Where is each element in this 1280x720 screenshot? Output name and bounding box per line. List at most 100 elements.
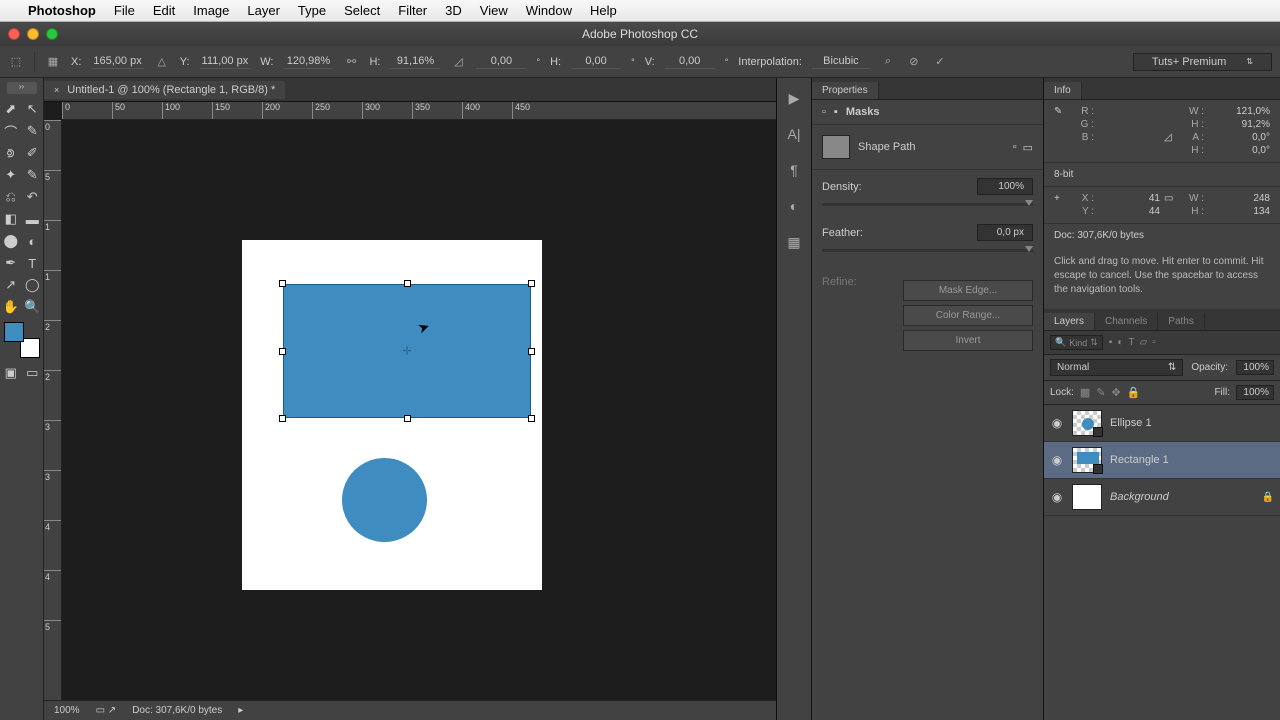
artboard[interactable]: ✛ [242, 240, 542, 590]
stamp-tool-icon[interactable]: ⎌ [0, 186, 22, 208]
quick-select-tool-icon[interactable]: ✎ [22, 120, 44, 142]
interpolation-select[interactable]: Bicubic [812, 54, 870, 69]
document-tab[interactable]: × Untitled-1 @ 100% (Rectangle 1, RGB/8)… [44, 81, 285, 99]
artboard-tool-icon[interactable]: ↖ [22, 98, 44, 120]
healing-tool-icon[interactable]: ✦ [0, 164, 22, 186]
layer-thumb[interactable] [1072, 484, 1102, 510]
reference-point-icon[interactable]: ▦ [45, 54, 61, 70]
toolbox-tab-icon[interactable]: ›› [7, 82, 37, 94]
lock-pixels-icon[interactable]: ✎ [1096, 386, 1105, 399]
layer-kind-filter[interactable]: 🔍Kind⇅ [1050, 335, 1103, 350]
filter-shape-icon[interactable]: ▱ [1139, 337, 1147, 348]
gradient-tool-icon[interactable]: ▬ [22, 208, 44, 230]
doc-info[interactable]: Doc: 307,6K/0 bytes [132, 705, 222, 716]
cancel-transform-icon[interactable]: ⊘ [906, 54, 922, 70]
dodge-tool-icon[interactable]: ◐ [22, 230, 44, 252]
move-tool-icon[interactable]: ⬈ [0, 98, 22, 120]
eraser-tool-icon[interactable]: ◧ [0, 208, 22, 230]
h-field[interactable]: 91,16% [390, 54, 440, 69]
adjustments-icon[interactable]: ◐ [784, 196, 804, 216]
foreground-color[interactable] [4, 322, 24, 342]
status-arrow-icon[interactable]: ▸ [238, 705, 243, 716]
commit-transform-icon[interactable]: ✓ [932, 54, 948, 70]
tab-layers[interactable]: Layers [1044, 313, 1095, 330]
select-mask-icon[interactable]: ▭ [1023, 141, 1033, 154]
layer-name[interactable]: Background [1110, 491, 1169, 503]
menu-select[interactable]: Select [344, 3, 380, 18]
w-field[interactable]: 120,98% [283, 54, 333, 69]
y-field[interactable]: 111,00 px [200, 54, 251, 69]
menu-file[interactable]: File [114, 3, 135, 18]
hand-tool-icon[interactable]: ✋ [0, 296, 22, 318]
zoom-tool-icon[interactable]: 🔍 [22, 296, 44, 318]
tab-paths[interactable]: Paths [1158, 313, 1205, 330]
visibility-icon[interactable]: ◉ [1050, 416, 1064, 430]
screenmode-icon[interactable]: ▭ [22, 362, 44, 384]
menu-edit[interactable]: Edit [153, 3, 175, 18]
swatches-icon[interactable]: ▦ [784, 232, 804, 252]
layer-name[interactable]: Ellipse 1 [1110, 417, 1152, 429]
invert-button[interactable]: Invert [903, 330, 1033, 351]
paragraph-icon[interactable]: ¶ [784, 160, 804, 180]
filter-adjust-icon[interactable]: ◐ [1117, 337, 1123, 348]
status-icon[interactable]: ▭ ↗ [96, 705, 117, 716]
menu-image[interactable]: Image [193, 3, 229, 18]
mask-box-icon[interactable]: ▫ [822, 106, 826, 118]
density-field[interactable]: 100% [977, 178, 1033, 195]
zoom-level[interactable]: 100% [54, 705, 80, 716]
lasso-tool-icon[interactable]: ⌒ [0, 120, 22, 142]
layer-thumb[interactable] [1072, 410, 1102, 436]
history-brush-tool-icon[interactable]: ↶ [22, 186, 44, 208]
angle-field[interactable]: 0,00 [476, 54, 526, 69]
skew-h-field[interactable]: 0,00 [571, 54, 621, 69]
filter-type-icon[interactable]: T [1128, 337, 1134, 348]
feather-slider[interactable] [822, 249, 1033, 252]
ruler-vertical[interactable]: 0 5 1 1 2 2 3 3 4 4 5 [44, 120, 62, 700]
warp-icon[interactable]: ⌕ [880, 54, 896, 70]
menu-type[interactable]: Type [298, 3, 326, 18]
filter-pixel-icon[interactable]: ▪ [1109, 337, 1113, 348]
blur-tool-icon[interactable]: ⬤ [0, 230, 22, 252]
eyedropper-tool-icon[interactable]: ✐ [22, 142, 44, 164]
shape-thumb[interactable] [822, 135, 850, 159]
layer-row[interactable]: ◉ Rectangle 1 [1044, 442, 1280, 479]
menu-layer[interactable]: Layer [247, 3, 280, 18]
visibility-icon[interactable]: ◉ [1050, 453, 1064, 467]
lock-all-icon[interactable]: 🔒 [1127, 386, 1141, 399]
layer-thumb[interactable] [1072, 447, 1102, 473]
delta-icon[interactable]: △ [154, 54, 170, 70]
crop-tool-icon[interactable]: ⟄ [0, 142, 22, 164]
tab-properties[interactable]: Properties [812, 82, 879, 99]
layer-row[interactable]: ◉ Background 🔒 [1044, 479, 1280, 516]
lock-transparent-icon[interactable]: ▩ [1080, 386, 1090, 399]
transform-tool-icon[interactable]: ⬚ [8, 54, 24, 70]
menu-3d[interactable]: 3D [445, 3, 462, 18]
menu-filter[interactable]: Filter [398, 3, 427, 18]
app-name[interactable]: Photoshop [28, 3, 96, 18]
menu-help[interactable]: Help [590, 3, 617, 18]
brush-tool-icon[interactable]: ✎ [22, 164, 44, 186]
mask-pixel-icon[interactable]: ▪ [834, 106, 838, 118]
density-slider[interactable] [822, 203, 1033, 206]
menu-window[interactable]: Window [526, 3, 572, 18]
link-icon[interactable]: ⚯ [343, 54, 359, 70]
tab-channels[interactable]: Channels [1095, 313, 1158, 330]
feather-field[interactable]: 0,0 px [977, 224, 1033, 241]
mask-edge-button[interactable]: Mask Edge... [903, 280, 1033, 301]
tab-info[interactable]: Info [1044, 82, 1082, 99]
lock-icon[interactable]: 🔒 [1262, 492, 1274, 503]
rectangle-shape[interactable] [283, 284, 531, 418]
color-swatches[interactable] [4, 322, 40, 358]
ellipse-shape[interactable] [342, 458, 427, 542]
layer-name[interactable]: Rectangle 1 [1110, 454, 1169, 466]
skew-v-field[interactable]: 0,00 [665, 54, 715, 69]
pen-tool-icon[interactable]: ✒ [0, 252, 22, 274]
x-field[interactable]: 165,00 px [91, 54, 143, 69]
type-tool-icon[interactable]: T [22, 252, 44, 274]
visibility-icon[interactable]: ◉ [1050, 490, 1064, 504]
character-icon[interactable]: A| [784, 124, 804, 144]
add-mask-icon[interactable]: ▫ [1013, 141, 1017, 154]
path-select-tool-icon[interactable]: ↗ [0, 274, 22, 296]
canvas[interactable]: ✛ ➤ [62, 120, 776, 700]
layer-row[interactable]: ◉ Ellipse 1 [1044, 405, 1280, 442]
